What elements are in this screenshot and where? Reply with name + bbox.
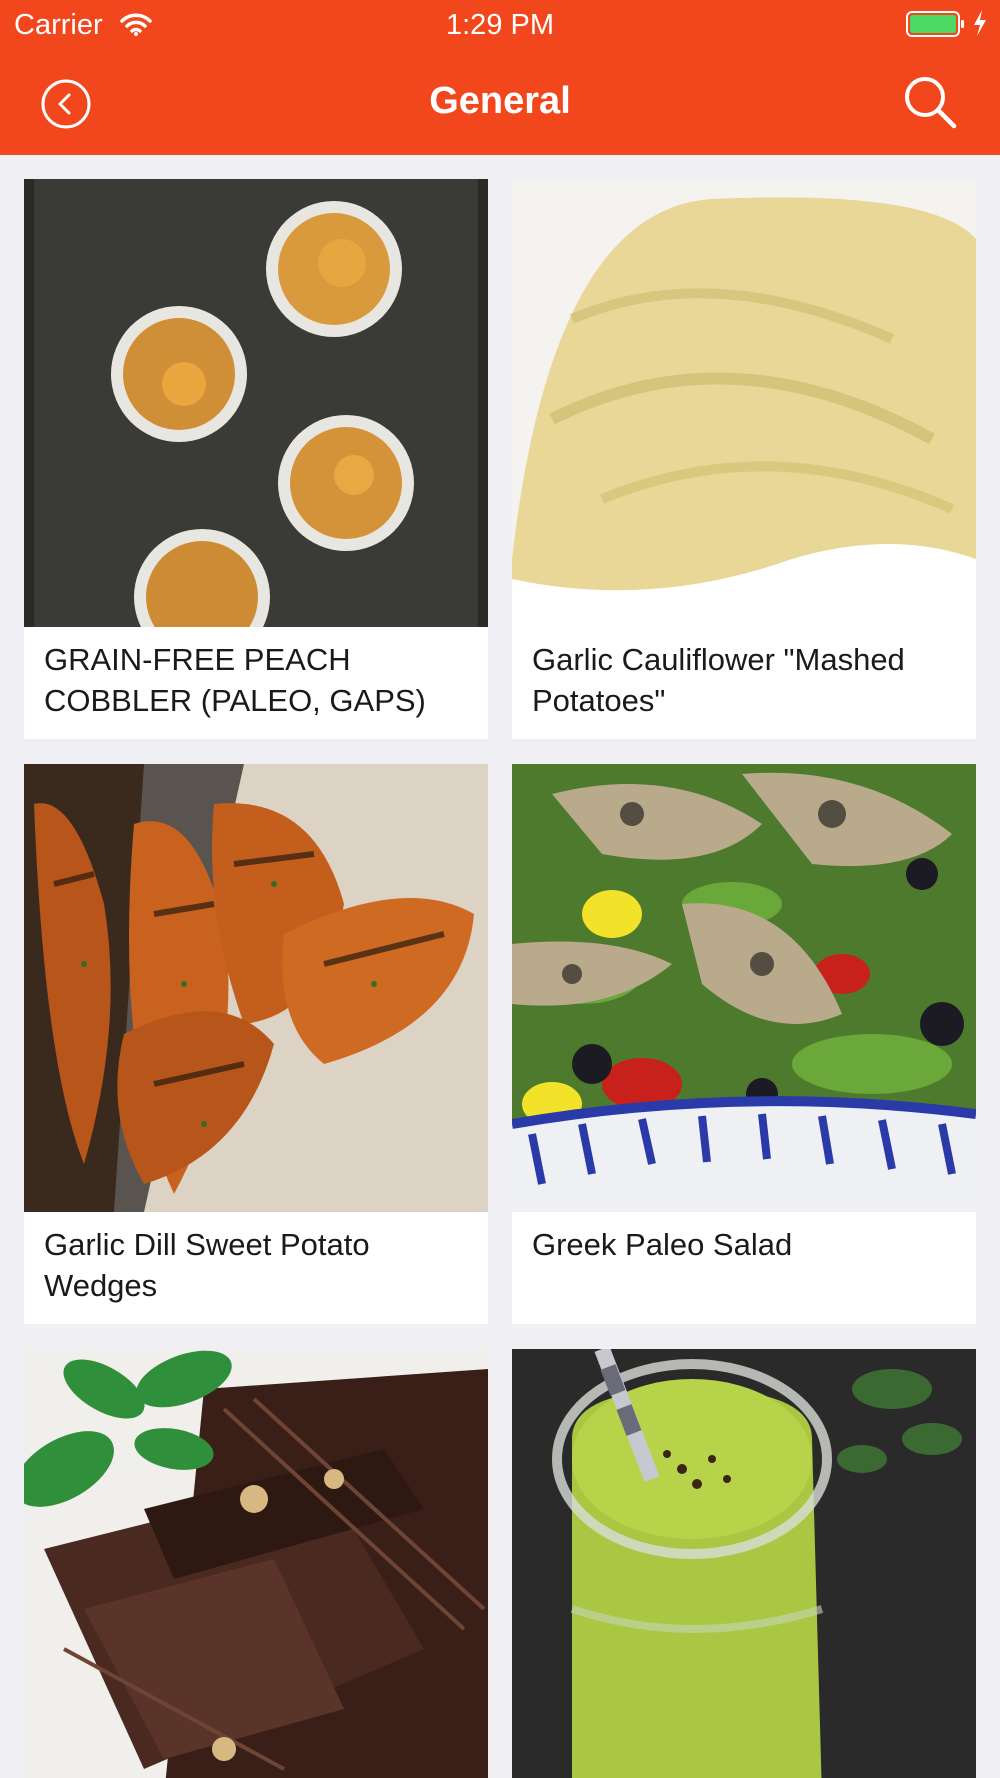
status-bar: Carrier 1:29 PM bbox=[0, 0, 1000, 50]
search-icon bbox=[905, 77, 957, 129]
recipe-image bbox=[512, 764, 976, 1212]
charging-icon bbox=[972, 9, 988, 45]
clock: 1:29 PM bbox=[446, 9, 554, 41]
recipe-card[interactable]: Garlic Cauliflower "Mashed Potatoes" bbox=[512, 179, 976, 739]
recipe-image bbox=[24, 764, 488, 1212]
recipe-card[interactable]: Greek Paleo Salad bbox=[512, 764, 976, 1324]
recipe-image bbox=[24, 1349, 488, 1778]
navigation-bar: General bbox=[0, 50, 1000, 155]
recipe-card[interactable] bbox=[24, 1349, 488, 1778]
app-header: Carrier 1:29 PM General bbox=[0, 0, 1000, 155]
battery-icon bbox=[906, 11, 966, 45]
recipe-card[interactable] bbox=[512, 1349, 976, 1778]
recipe-title: GRAIN-FREE PEACH COBBLER (PALEO, GAPS) bbox=[44, 642, 426, 718]
recipe-card[interactable]: Garlic Dill Sweet Potato Wedges bbox=[24, 764, 488, 1324]
recipe-grid: GRAIN-FREE PEACH COBBLER (PALEO, GAPS) G… bbox=[0, 155, 1000, 1778]
page-title: General bbox=[429, 80, 571, 122]
recipe-title: Garlic Dill Sweet Potato Wedges bbox=[44, 1227, 370, 1303]
recipe-image bbox=[24, 179, 488, 627]
recipe-image bbox=[512, 1349, 976, 1778]
recipe-image bbox=[512, 179, 976, 627]
recipe-title: Greek Paleo Salad bbox=[532, 1227, 793, 1262]
recipe-card[interactable]: GRAIN-FREE PEACH COBBLER (PALEO, GAPS) bbox=[24, 179, 488, 739]
recipe-title: Garlic Cauliflower "Mashed Potatoes" bbox=[532, 642, 905, 718]
search-button[interactable] bbox=[902, 74, 958, 130]
